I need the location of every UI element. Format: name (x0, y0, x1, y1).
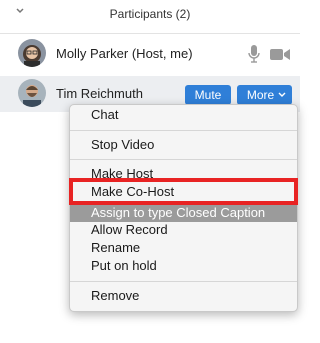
microphone-icon[interactable] (246, 44, 262, 64)
menu-divider (70, 281, 297, 282)
more-button[interactable]: More (237, 85, 292, 105)
participants-header: Participants (2) (0, 0, 300, 34)
participant-row[interactable]: Molly Parker (Host, me) (0, 36, 300, 72)
menu-divider (70, 159, 297, 160)
participant-name: Tim Reichmuth (56, 86, 143, 101)
menu-divider (70, 130, 297, 131)
menu-item-allow-record[interactable]: Allow Record (70, 221, 297, 239)
menu-item-remove[interactable]: Remove (70, 287, 297, 305)
video-camera-icon[interactable] (270, 48, 290, 61)
menu-item-rename[interactable]: Rename (70, 239, 297, 257)
menu-item-make-cohost[interactable]: Make Co-Host (70, 183, 297, 201)
menu-item-put-on-hold[interactable]: Put on hold (70, 257, 297, 275)
menu-item-stop-video[interactable]: Stop Video (70, 136, 297, 154)
mute-button[interactable]: Mute (185, 85, 231, 105)
participant-name: Molly Parker (Host, me) (56, 46, 193, 61)
menu-item-make-host[interactable]: Make Host (70, 165, 297, 183)
panel-title: Participants (2) (109, 7, 191, 21)
participant-context-menu: Chat Stop Video Make Host Make Co-Host A… (69, 104, 298, 312)
menu-item-assign-closed-caption[interactable]: Assign to type Closed Caption (70, 204, 297, 222)
avatar (18, 39, 46, 67)
more-button-label: More (246, 88, 275, 102)
avatar (18, 79, 46, 107)
menu-item-chat[interactable]: Chat (70, 106, 297, 124)
chevron-down-icon (278, 92, 286, 97)
